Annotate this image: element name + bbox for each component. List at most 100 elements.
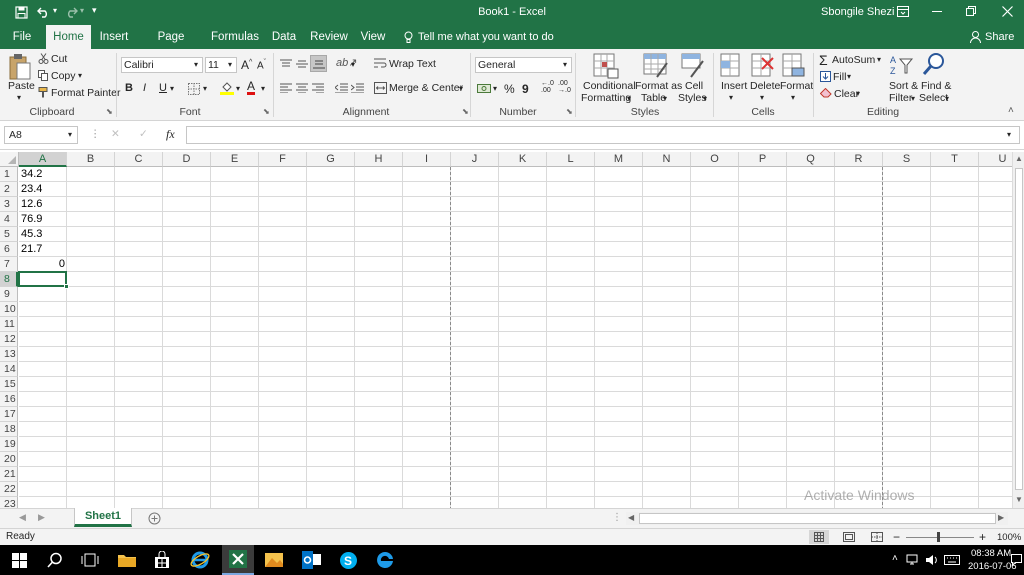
row-header-7[interactable]: 7: [0, 257, 18, 272]
font-color-icon[interactable]: A: [247, 80, 256, 95]
decrease-indent-icon[interactable]: [335, 83, 348, 93]
font-name-combo[interactable]: Calibri ▾: [121, 57, 203, 73]
borders-dropdown-icon[interactable]: ▾: [203, 84, 207, 93]
insert-cells-dropdown-icon[interactable]: ▾: [729, 93, 733, 102]
column-header-j[interactable]: J: [451, 152, 499, 167]
delete-cells-button[interactable]: Delete: [750, 80, 780, 92]
row-header-16[interactable]: 16: [0, 392, 18, 407]
increase-decimal-icon[interactable]: ←.0.00: [541, 80, 554, 94]
fill-icon[interactable]: [820, 71, 831, 82]
column-header-a[interactable]: A: [19, 152, 67, 167]
fill-button[interactable]: Fill: [833, 71, 846, 83]
format-painter-button[interactable]: Format Painter: [51, 87, 120, 99]
merge-center-icon[interactable]: [374, 82, 387, 94]
formula-bar-grip-icon[interactable]: ⋮: [90, 128, 101, 140]
sheet-tab-sheet1[interactable]: Sheet1: [74, 508, 132, 527]
comma-style-button[interactable]: 9: [522, 82, 529, 96]
column-header-f[interactable]: F: [259, 152, 307, 167]
grow-font-icon[interactable]: A^: [241, 58, 252, 72]
search-icon[interactable]: [47, 552, 63, 568]
wrap-text-icon[interactable]: [374, 58, 387, 70]
fill-color-icon[interactable]: [220, 81, 234, 95]
row-header-8[interactable]: 8: [0, 272, 18, 287]
expand-formula-bar-icon[interactable]: ▾: [1007, 130, 1011, 139]
conditional-formatting-dropdown-icon[interactable]: ▾: [627, 94, 631, 103]
redo-icon[interactable]: [64, 6, 78, 18]
column-header-t[interactable]: T: [931, 152, 979, 167]
shrink-font-icon[interactable]: Aˇ: [257, 59, 266, 71]
row-header-2[interactable]: 2: [0, 182, 18, 197]
autosum-dropdown-icon[interactable]: ▾: [877, 55, 881, 64]
row-header-4[interactable]: 4: [0, 212, 18, 227]
column-header-s[interactable]: S: [883, 152, 931, 167]
insert-function-button[interactable]: fx: [166, 127, 175, 142]
cancel-entry-icon[interactable]: ✕: [111, 128, 120, 140]
sort-filter-label-2[interactable]: Filter: [889, 92, 912, 104]
zoom-slider[interactable]: [906, 537, 974, 538]
scroll-left-icon[interactable]: ◀: [628, 513, 634, 522]
conditional-formatting-icon[interactable]: [593, 53, 619, 79]
paste-icon[interactable]: [8, 53, 32, 81]
paste-button[interactable]: Paste: [8, 80, 35, 92]
column-header-u[interactable]: U: [979, 152, 1012, 167]
windows-start-icon[interactable]: [12, 553, 27, 568]
share-person-icon[interactable]: [970, 31, 981, 43]
column-header-q[interactable]: Q: [787, 152, 835, 167]
keyboard-icon[interactable]: [944, 554, 960, 566]
cell-styles-dropdown-icon[interactable]: ▾: [703, 94, 707, 103]
normal-view-button[interactable]: [809, 530, 829, 544]
column-header-o[interactable]: O: [691, 152, 739, 167]
vertical-scrollbar[interactable]: ▲ ▼: [1012, 152, 1024, 508]
row-header-14[interactable]: 14: [0, 362, 18, 377]
format-as-table-icon[interactable]: [643, 53, 669, 79]
orientation-dropdown-icon[interactable]: ▾: [351, 60, 355, 69]
accounting-format-icon[interactable]: [477, 82, 491, 94]
cell-a6[interactable]: 21.7: [19, 242, 67, 257]
file-explorer-icon[interactable]: [117, 552, 137, 568]
volume-icon[interactable]: [925, 554, 939, 566]
tab-home[interactable]: Home: [46, 25, 91, 49]
format-cells-dropdown-icon[interactable]: ▾: [791, 93, 795, 102]
row-header-15[interactable]: 15: [0, 377, 18, 392]
underline-button[interactable]: U: [159, 82, 167, 94]
close-icon[interactable]: [1002, 6, 1013, 17]
ribbon-display-options-icon[interactable]: [897, 6, 909, 17]
find-select-label-2[interactable]: Select: [919, 92, 948, 104]
tab-page-layout[interactable]: Page Layout: [141, 25, 201, 67]
fill-handle[interactable]: [64, 284, 69, 289]
conditional-formatting-label-1[interactable]: Conditional: [583, 80, 636, 92]
row-header-11[interactable]: 11: [0, 317, 18, 332]
show-hidden-icons[interactable]: ˄: [892, 553, 898, 564]
cell-a3[interactable]: 12.6: [19, 197, 67, 212]
decrease-decimal-icon[interactable]: .00 →.0: [558, 80, 571, 94]
sort-filter-dropdown-icon[interactable]: ▾: [911, 94, 915, 103]
formula-input[interactable]: ▾: [186, 126, 1020, 144]
column-header-p[interactable]: P: [739, 152, 787, 167]
sheet-nav-prev-icon[interactable]: ◀: [19, 512, 26, 523]
vertical-scroll-thumb[interactable]: [1015, 168, 1023, 490]
clipboard-launcher-icon[interactable]: ⬊: [106, 107, 113, 116]
excel-taskbar-button[interactable]: [222, 545, 254, 575]
conditional-formatting-label-2[interactable]: Formatting: [581, 92, 631, 104]
align-left-icon[interactable]: [280, 83, 292, 93]
worksheet-grid[interactable]: ABCDEFGHIJKLMNOPQRSTU 1 2 3 4 5 6 7 8 9 10 11 12 13 1…: [0, 152, 1012, 508]
font-launcher-icon[interactable]: ⬊: [263, 107, 270, 116]
borders-icon[interactable]: [188, 83, 200, 95]
merge-center-button[interactable]: Merge & Center: [389, 82, 463, 94]
delete-cells-dropdown-icon[interactable]: ▾: [760, 93, 764, 102]
find-select-label-1[interactable]: Find &: [921, 80, 951, 92]
column-header-k[interactable]: K: [499, 152, 547, 167]
taskbar-time[interactable]: 08:38 AM: [971, 548, 1011, 559]
wrap-text-button[interactable]: Wrap Text: [389, 58, 436, 70]
insert-cells-button[interactable]: Insert: [721, 80, 747, 92]
column-header-n[interactable]: N: [643, 152, 691, 167]
column-header-r[interactable]: R: [835, 152, 883, 167]
tab-insert[interactable]: Insert: [96, 25, 132, 49]
network-icon[interactable]: [906, 554, 920, 566]
fill-color-dropdown-icon[interactable]: ▾: [236, 84, 240, 93]
user-name[interactable]: Sbongile Shezi: [821, 6, 894, 18]
align-right-icon[interactable]: [312, 83, 324, 93]
scroll-up-icon[interactable]: ▲: [1015, 154, 1023, 163]
format-cells-icon[interactable]: [782, 53, 806, 79]
redo-dropdown-icon[interactable]: ▾: [80, 6, 84, 15]
